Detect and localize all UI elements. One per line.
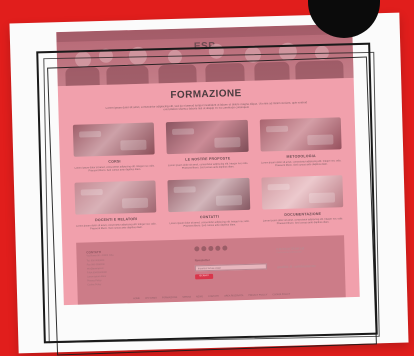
marker-border-3 (43, 51, 380, 344)
